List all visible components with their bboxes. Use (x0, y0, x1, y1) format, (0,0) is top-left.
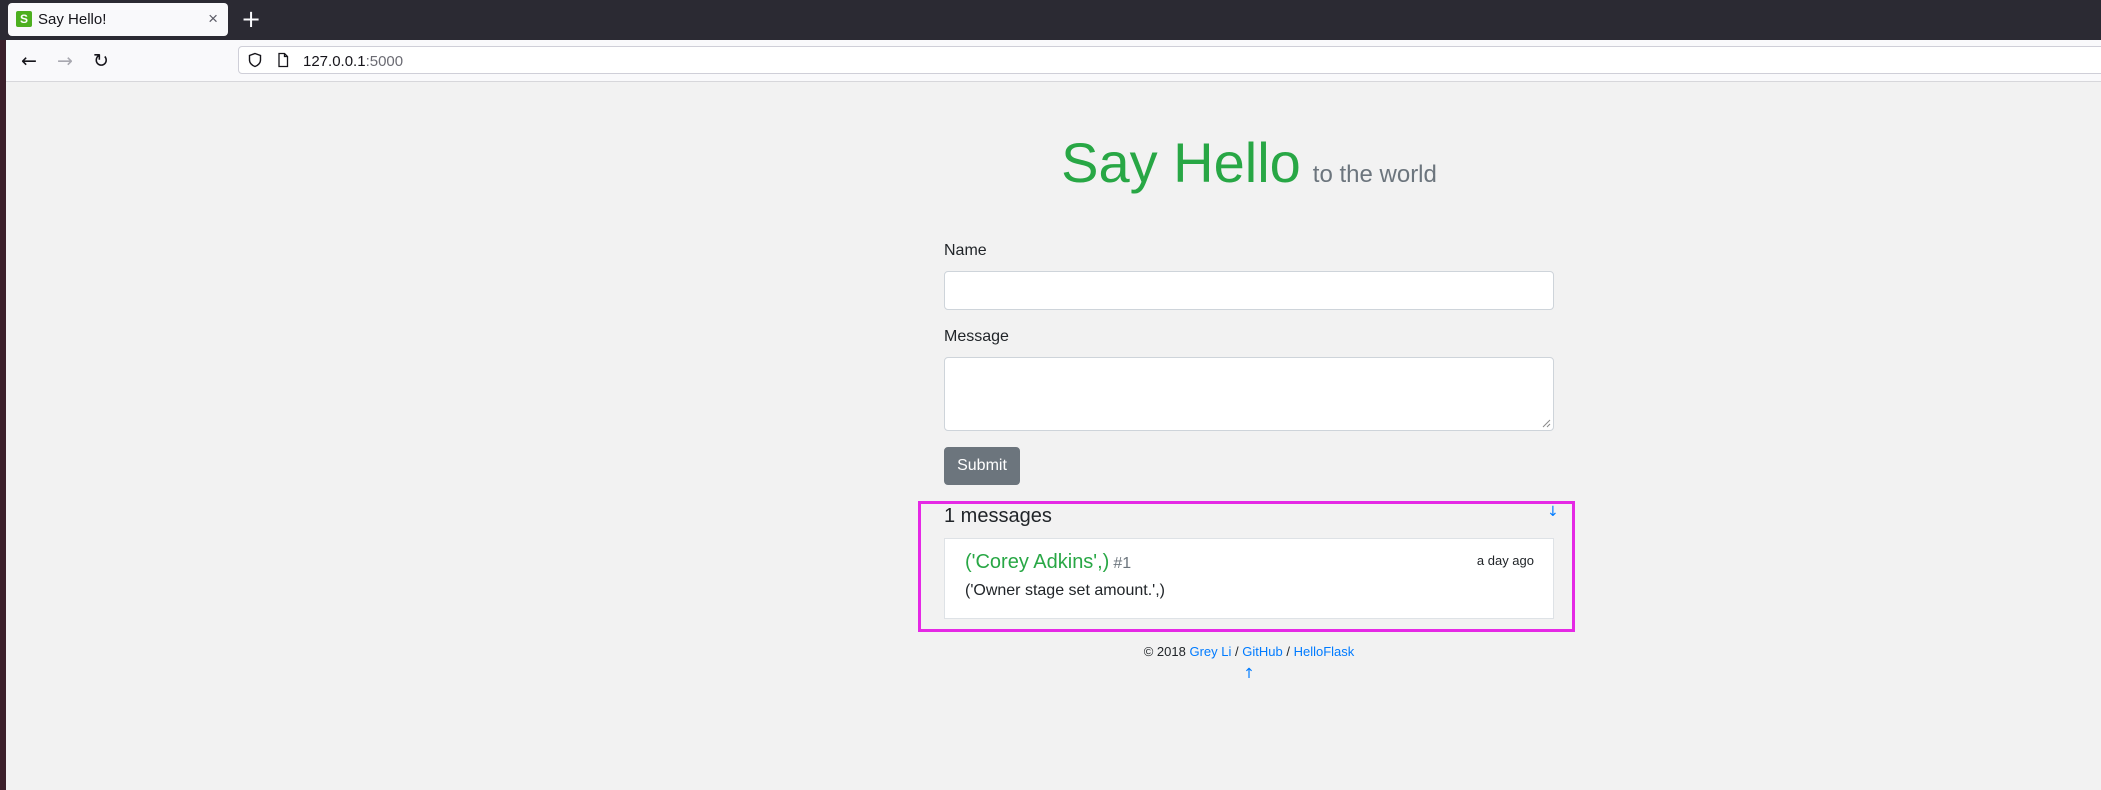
forward-arrow-icon[interactable]: → (54, 50, 76, 72)
tab-strip: S Say Hello! × + (0, 0, 2101, 40)
message-timestamp: a day ago (1476, 553, 1534, 568)
back-arrow-icon[interactable]: ← (18, 50, 40, 72)
close-tab-icon[interactable]: × (208, 9, 218, 29)
footer-link-github[interactable]: GitHub (1242, 644, 1282, 659)
jump-down-arrow-icon[interactable]: ↓ (1547, 504, 1559, 520)
footer-separator: / (1235, 644, 1239, 659)
url-text[interactable]: 127.0.0.1:5000 (303, 53, 403, 70)
page-header: Say Hello to the world (944, 130, 1554, 195)
jump-up-arrow-icon[interactable]: ↑ (944, 666, 1554, 682)
message-body: ('Owner stage set amount.',) (965, 582, 1165, 599)
page-icon[interactable] (275, 52, 291, 68)
url-host: 127.0.0.1 (303, 53, 366, 70)
page-title: Say Hello (1061, 131, 1301, 194)
new-tab-icon[interactable]: + (241, 5, 261, 33)
name-field[interactable] (944, 271, 1554, 310)
page-subtitle: to the world (1312, 161, 1437, 188)
footer-link-grey-li[interactable]: Grey Li (1189, 644, 1231, 659)
resize-grip-icon[interactable] (1541, 418, 1551, 428)
footer-separator: / (1286, 644, 1290, 659)
message-card: ('Corey Adkins',) #1 a day ago ('Owner st… (944, 538, 1554, 619)
window-edge (0, 0, 6, 790)
navigation-bar: ← → ↻ 127.0.0.1:5000 (6, 40, 2101, 82)
message-author: ('Corey Adkins',) #1 (965, 551, 1131, 574)
submit-button[interactable]: Submit (944, 447, 1020, 485)
url-bar[interactable]: 127.0.0.1:5000 (238, 46, 2101, 74)
footer-link-helloflask[interactable]: HelloFlask (1294, 644, 1355, 659)
footer-copyright: © 2018 (1143, 644, 1186, 659)
footer: © 2018 Grey Li / GitHub / HelloFlask (944, 644, 1554, 659)
browser-tab-say-hello[interactable]: S Say Hello! × (8, 3, 228, 36)
tab-title: Say Hello! (38, 11, 107, 28)
shield-icon[interactable] (247, 52, 263, 68)
url-port: :5000 (365, 53, 404, 70)
message-field[interactable] (944, 357, 1554, 431)
reload-icon[interactable]: ↻ (90, 50, 112, 72)
messages-count: 1 messages (944, 505, 1052, 527)
favicon-icon: S (16, 11, 32, 27)
message-author-name: ('Corey Adkins',) (965, 551, 1110, 573)
message-number: #1 (1113, 555, 1132, 572)
name-label: Name (944, 242, 987, 259)
message-label: Message (944, 328, 1009, 345)
